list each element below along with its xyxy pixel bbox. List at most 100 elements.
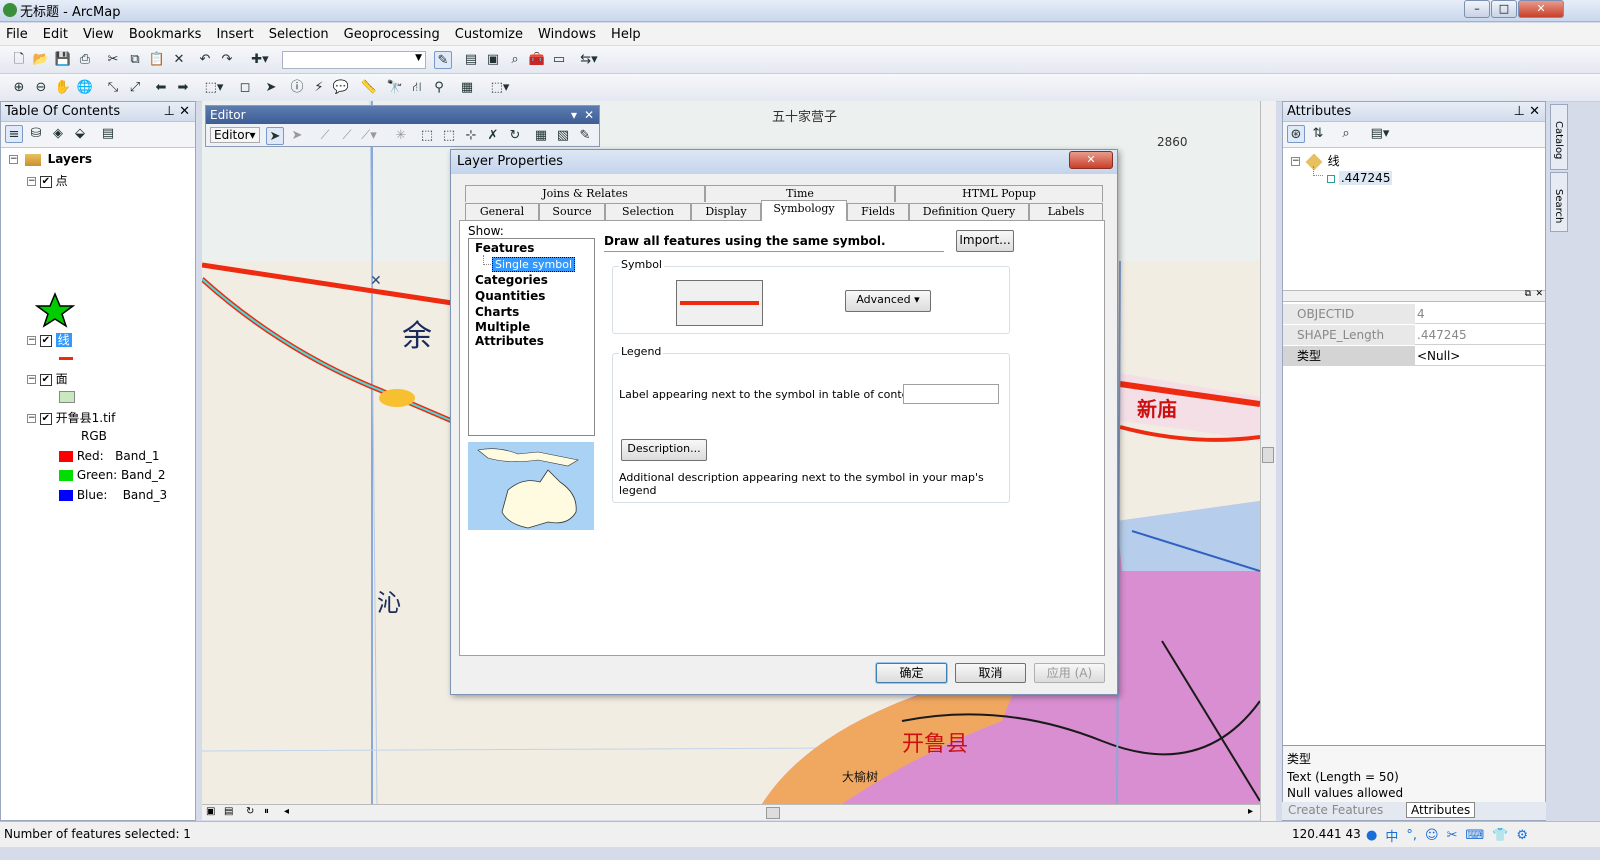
list-by-source-icon[interactable]: ⛁ [27, 125, 45, 143]
list-by-drawing-order-icon[interactable]: ≡ [5, 125, 23, 143]
model-builder-icon[interactable]: ⇆▾ [576, 51, 602, 69]
toc-layer-polygon[interactable]: − ✔ 面 [27, 370, 68, 387]
toolbar-options-icon[interactable]: ▾ [571, 106, 577, 124]
sketch-properties-icon[interactable]: ▧ [554, 127, 572, 145]
show-categories[interactable]: Categories [475, 273, 548, 287]
measure-icon[interactable]: 📏 [360, 79, 378, 97]
reshape-icon[interactable]: ⬚ [440, 127, 458, 145]
advanced-button[interactable]: Advanced ▾ [845, 290, 931, 312]
zoom-to-feature-icon[interactable]: ⌕ [1337, 125, 1355, 143]
select-features-icon[interactable]: ⬚▾ [200, 79, 228, 97]
layer-visibility-checkbox[interactable]: ✔ [39, 373, 52, 386]
minimize-button[interactable]: – [1464, 0, 1490, 18]
show-all-layers-icon[interactable]: ⊛ [1287, 125, 1305, 143]
layout-view-icon[interactable]: ▤ [224, 806, 233, 817]
attr-row-objectid[interactable]: OBJECTID 4 [1283, 304, 1545, 324]
select-elements-icon[interactable]: ➤ [262, 79, 280, 97]
delete-icon[interactable]: ✕ [170, 51, 188, 69]
identify-icon[interactable]: ⓘ [288, 79, 306, 97]
sort-icon[interactable]: ⇅ [1309, 125, 1327, 143]
undo-icon[interactable]: ↶ [196, 51, 214, 69]
print-icon[interactable]: ⎙ [76, 51, 94, 69]
line-symbol-swatch[interactable] [59, 357, 73, 360]
maximize-button[interactable]: □ [1491, 0, 1517, 18]
cut-icon[interactable]: ✂ [104, 51, 122, 69]
list-by-selection-icon[interactable]: ⬙ [71, 125, 89, 143]
close-icon[interactable]: ✕ [1529, 102, 1540, 122]
python-window-icon[interactable]: ▭ [550, 51, 568, 69]
close-icon[interactable]: ✕ [584, 106, 594, 124]
show-single-symbol[interactable]: Single symbol [492, 257, 576, 272]
edit-annotation-icon[interactable]: ➤ [288, 127, 306, 145]
edit-tool-icon[interactable]: ➤ [266, 127, 284, 145]
tab-general[interactable]: General [465, 203, 539, 220]
import-button[interactable]: Import... [956, 230, 1014, 252]
vertical-scroll-thumb[interactable] [1262, 447, 1274, 463]
back-extent-icon[interactable]: ⬅ [152, 79, 170, 97]
point-symbol-star-icon[interactable] [34, 292, 76, 331]
apply-button[interactable]: 应用 (A) [1034, 663, 1105, 683]
time-slider-icon[interactable]: ▦ [458, 79, 476, 97]
editor-toolbar-icon[interactable]: ✎ [434, 51, 452, 69]
create-features-icon[interactable]: ✎ [576, 127, 594, 145]
paste-icon[interactable]: 📋 [148, 51, 166, 69]
full-extent-icon[interactable]: 🌐 [76, 79, 94, 97]
tab-source[interactable]: Source [539, 203, 605, 220]
tab-definition-query[interactable]: Definition Query [909, 203, 1029, 220]
scroll-right-icon[interactable]: ▸ [1248, 806, 1253, 817]
menu-insert[interactable]: Insert [216, 27, 253, 42]
pin-icon[interactable]: ⊥ [1514, 102, 1525, 122]
clear-selection-icon[interactable]: ◻ [236, 79, 254, 97]
description-button[interactable]: Description... [621, 439, 707, 461]
show-tree[interactable]: Features Single symbol Categories Quanti… [468, 238, 595, 436]
endpoint-arc-icon[interactable]: ⟋ [338, 127, 356, 145]
menu-selection[interactable]: Selection [269, 27, 329, 42]
tab-labels[interactable]: Labels [1029, 203, 1103, 220]
point-icon[interactable]: ✳ [392, 127, 410, 145]
open-icon[interactable]: 📂 [32, 51, 50, 69]
find-icon[interactable]: 🔭 [386, 79, 404, 97]
toc-window-icon[interactable]: ▤ [462, 51, 480, 69]
cut-polygons-icon[interactable]: ⊹ [462, 127, 480, 145]
arctoolbox-icon[interactable]: 🧰 [528, 51, 546, 69]
ime-emoji-icon[interactable]: ☺ [1425, 828, 1439, 843]
refresh-icon[interactable]: ↻ [246, 806, 254, 817]
trace-icon[interactable]: ⟋▾ [360, 127, 378, 145]
menu-geoprocessing[interactable]: Geoprocessing [344, 27, 440, 42]
ime-scissors-icon[interactable]: ✂ [1447, 828, 1458, 843]
ime-chinese-mode-icon[interactable]: 中 [1385, 826, 1398, 845]
close-button[interactable]: ✕ [1518, 0, 1564, 18]
tab-create-features[interactable]: Create Features [1288, 803, 1383, 817]
menu-file[interactable]: File [6, 27, 28, 42]
hyperlink-icon[interactable]: ⚡ [310, 79, 328, 97]
new-document-icon[interactable]: 🗋 [10, 51, 28, 69]
symbol-preview-button[interactable] [676, 280, 763, 326]
show-features[interactable]: Features [475, 241, 534, 255]
pin-icon[interactable]: ⊥ [164, 102, 175, 122]
straight-segment-icon[interactable]: ⟋ [316, 127, 334, 145]
tab-joins-relates[interactable]: Joins & Relates [465, 185, 705, 202]
attributes-icon[interactable]: ▦ [532, 127, 550, 145]
ime-keyboard-icon[interactable]: ⌨ [1465, 828, 1484, 843]
ok-button[interactable]: 确定 [876, 663, 947, 683]
ime-skin-icon[interactable]: 👕 [1492, 828, 1508, 843]
rotate-icon[interactable]: ↻ [506, 127, 524, 145]
attributes-options-icon[interactable]: ▤▾ [1365, 125, 1395, 143]
zoom-in-icon[interactable]: ⊕ [10, 79, 28, 97]
legend-label-input[interactable] [903, 384, 999, 404]
add-data-icon[interactable]: ✚▾ [246, 51, 274, 69]
viewer-window-icon[interactable]: ⬚▾ [486, 79, 514, 97]
side-tab-catalog[interactable]: Catalog [1550, 104, 1568, 170]
toc-options-icon[interactable]: ▤ [99, 125, 117, 143]
scale-combo[interactable]: ▼ [282, 51, 426, 69]
search-window-icon[interactable]: ⌕ [506, 51, 524, 69]
menu-help[interactable]: Help [611, 27, 641, 42]
list-by-visibility-icon[interactable]: ◈ [49, 125, 67, 143]
menu-view[interactable]: View [83, 27, 114, 42]
horizontal-scroll-thumb[interactable] [766, 807, 780, 819]
menu-customize[interactable]: Customize [455, 27, 523, 42]
menu-windows[interactable]: Windows [538, 27, 596, 42]
save-icon[interactable]: 💾 [54, 51, 72, 69]
ime-punctuation-icon[interactable]: °, [1406, 828, 1417, 843]
menu-edit[interactable]: Edit [43, 27, 68, 42]
